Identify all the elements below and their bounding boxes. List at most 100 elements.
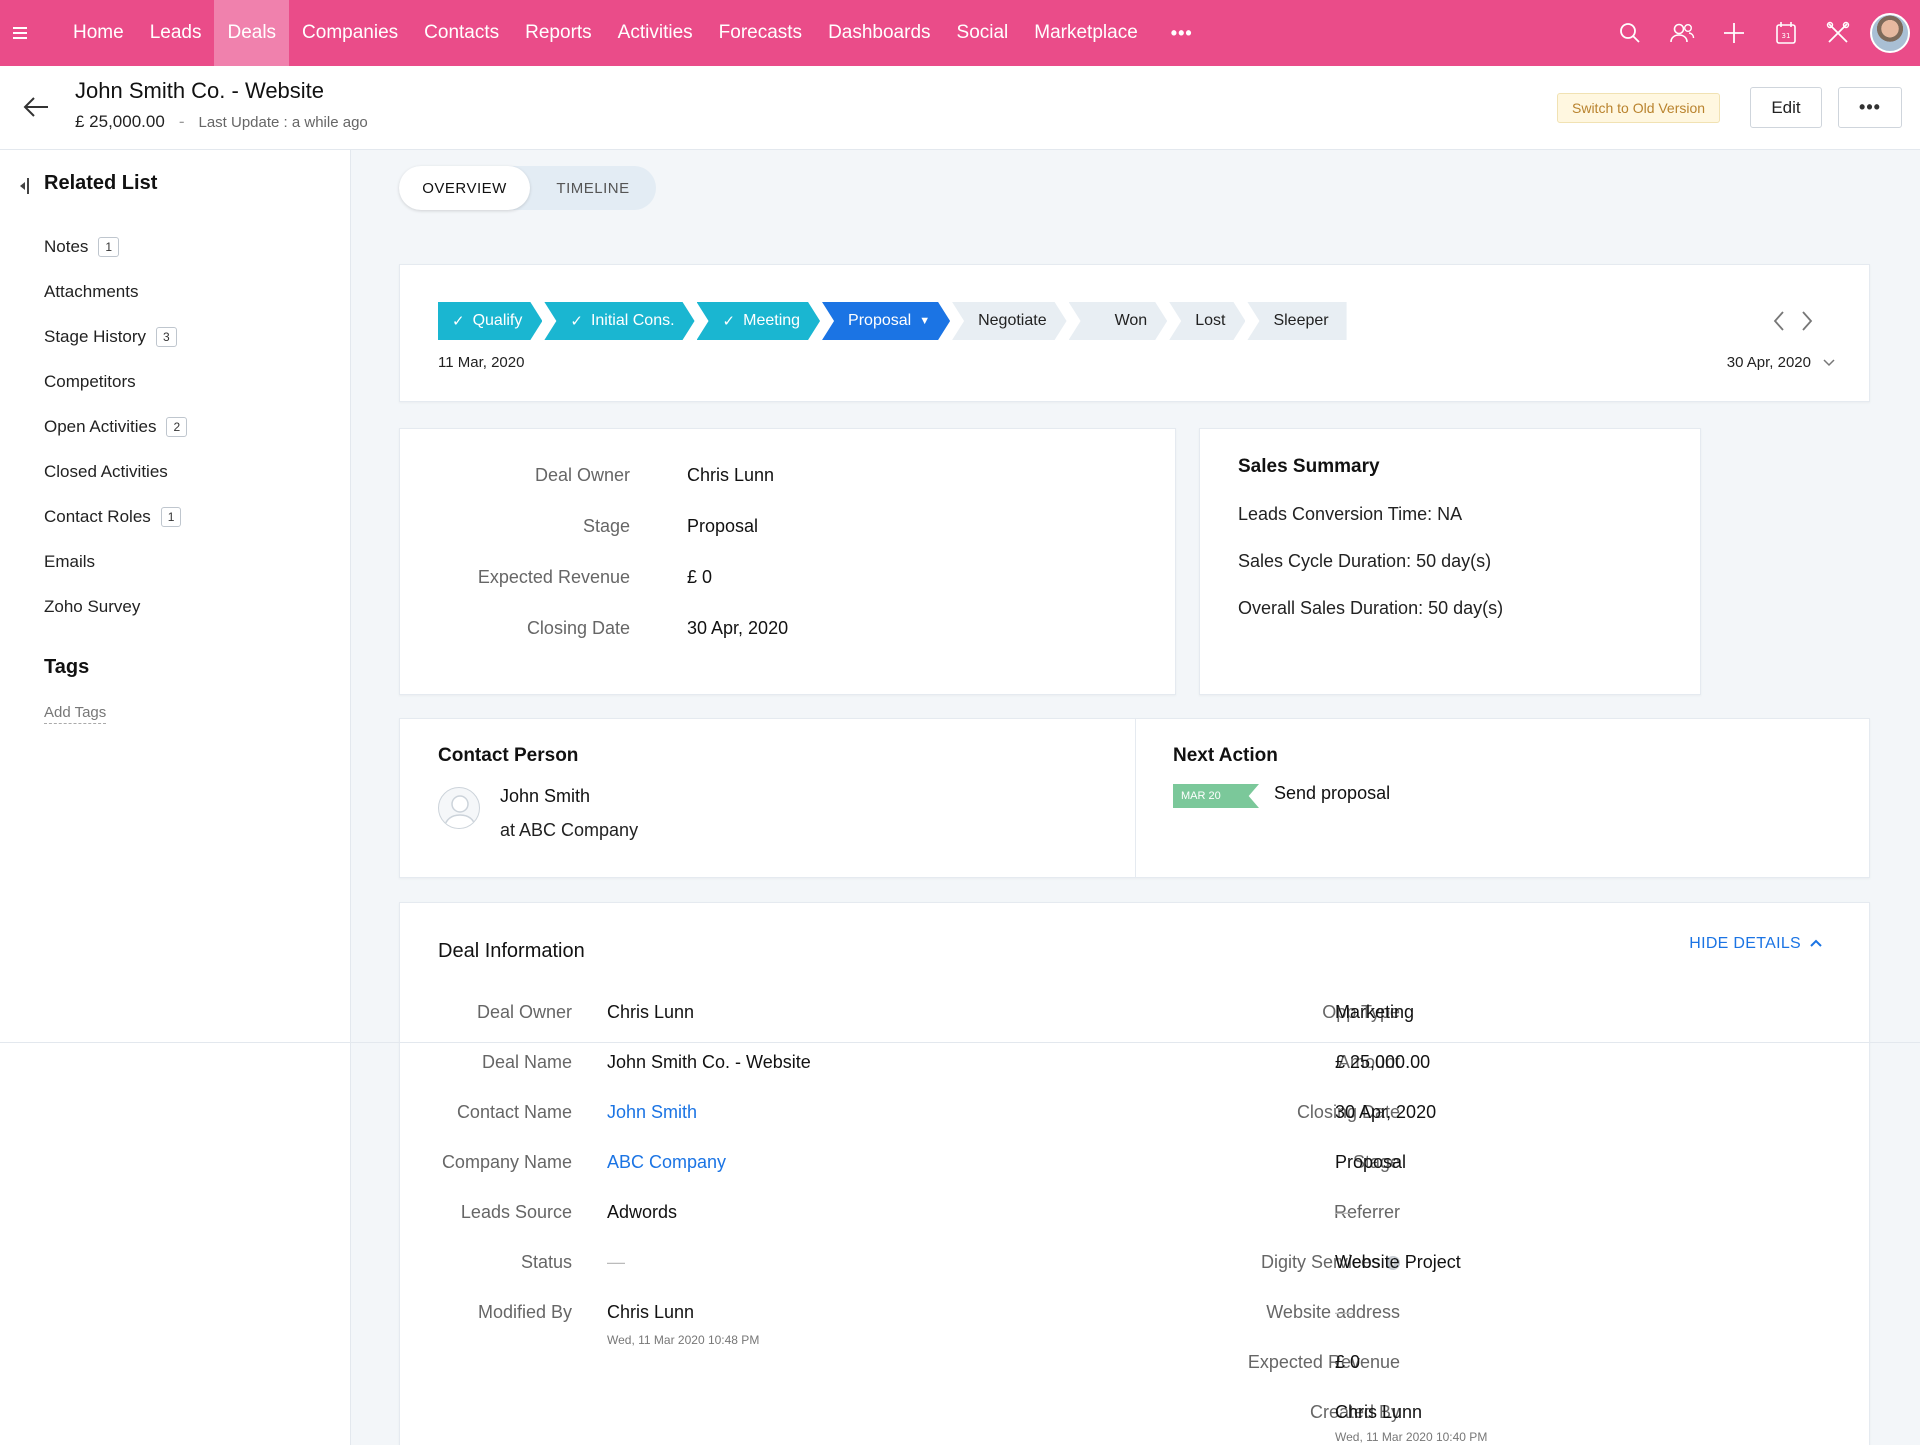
end-date-label: 30 Apr, 2020 — [1726, 354, 1811, 371]
stage-negotiate[interactable]: Negotiate — [952, 302, 1067, 340]
tags-heading: Tags — [44, 656, 90, 678]
stage-sleeper[interactable]: Sleeper — [1247, 302, 1347, 340]
nav-item-marketplace[interactable]: Marketplace — [1021, 0, 1151, 66]
collapse-sidebar-icon[interactable] — [18, 177, 30, 195]
nav-item-reports[interactable]: Reports — [512, 0, 605, 66]
back-arrow-icon[interactable] — [22, 94, 50, 120]
related-item-closed-activities[interactable]: Closed Activities — [44, 449, 187, 494]
stage-start-date: 11 Mar, 2020 — [438, 354, 525, 371]
nav-item-social[interactable]: Social — [944, 0, 1022, 66]
field-value: £ 25,000.00 — [1335, 1052, 1431, 1072]
modified-timestamp: Wed, 11 Mar 2020 10:48 PM — [607, 1333, 760, 1347]
related-list: Notes 1 Attachments Stage History 3 Compet… — [44, 224, 188, 629]
search-icon[interactable] — [1604, 0, 1656, 66]
field-label: Stage — [1352, 1152, 1400, 1172]
top-nav-bar: Home Leads Deals Companies Contacts Repo… — [0, 0, 1920, 66]
chevron-down-icon — [1823, 354, 1835, 371]
nav-item-home[interactable]: Home — [60, 0, 137, 66]
field-label: Opp Type — [1322, 1002, 1400, 1022]
field-value: Proposal — [687, 516, 759, 536]
related-item-contact-roles[interactable]: Contact Roles 1 — [44, 494, 187, 539]
field-label: Expected Revenue — [1247, 1352, 1400, 1372]
next-action-text[interactable]: Send proposal — [1274, 783, 1390, 804]
related-item-competitors[interactable]: Competitors — [44, 359, 187, 404]
stage-label: Proposal — [848, 312, 912, 329]
stage-label: Lost — [1195, 312, 1226, 329]
stage-qualify[interactable]: ✓ Qualify — [438, 302, 542, 340]
tab-overview[interactable]: OVERVIEW — [399, 166, 530, 210]
stage-lost[interactable]: Lost — [1169, 302, 1245, 340]
related-item-open-activities[interactable]: Open Activities 2 — [44, 404, 188, 449]
caret-down-icon: ▼ — [919, 315, 931, 327]
add-tags-link[interactable]: Add Tags — [44, 704, 107, 724]
related-item-label: Contact Roles — [44, 506, 151, 526]
field-value: Website Project — [1335, 1252, 1461, 1272]
field-label: Amount — [1337, 1052, 1400, 1072]
related-item-notes[interactable]: Notes 1 — [44, 224, 187, 269]
field-value: £ 0 — [1335, 1352, 1361, 1372]
field-value: Chris Lunn — [607, 1302, 695, 1322]
edit-button[interactable]: Edit — [1750, 87, 1822, 128]
nav-item-companies[interactable]: Companies — [289, 0, 411, 66]
stage-meeting[interactable]: ✓ Meeting — [697, 302, 821, 340]
tools-icon[interactable] — [1812, 0, 1864, 66]
related-item-attachments[interactable]: Attachments — [44, 269, 187, 314]
field-label: Modified By — [477, 1302, 572, 1322]
field-value: Marketing — [1335, 1002, 1415, 1022]
field-label: Created By — [1309, 1402, 1400, 1422]
check-icon: ✓ — [722, 313, 736, 330]
stage-label: Won — [1114, 312, 1148, 329]
nav-item-activities[interactable]: Activities — [605, 0, 706, 66]
plus-icon[interactable] — [1708, 0, 1760, 66]
nav-item-leads[interactable]: Leads — [137, 0, 215, 66]
stage-won[interactable]: Won — [1069, 302, 1168, 340]
contact-person-title: Contact Person — [438, 745, 579, 766]
field-label: Deal Owner — [476, 1002, 572, 1022]
chevron-right-icon[interactable] — [1793, 307, 1821, 335]
field-label: Stage — [582, 516, 630, 536]
nav-more-button[interactable]: ••• — [1151, 0, 1213, 66]
related-item-emails[interactable]: Emails — [44, 539, 187, 584]
view-tabs: OVERVIEW TIMELINE — [399, 166, 656, 210]
stage-label: Meeting — [743, 312, 801, 329]
sales-summary-line: Overall Sales Duration: 50 day(s) — [1238, 598, 1504, 618]
hide-details-button[interactable]: HIDE DETAILS — [1689, 935, 1823, 953]
tab-timeline[interactable]: TIMELINE — [530, 166, 656, 210]
stage-proposal[interactable]: Proposal ▼ — [822, 302, 950, 340]
field-label: Website address — [1266, 1302, 1400, 1322]
stage-label: Qualify — [472, 312, 523, 329]
hamburger-menu-icon[interactable] — [0, 0, 40, 66]
contacts-icon[interactable] — [1656, 0, 1708, 66]
related-item-label: Stage History — [44, 326, 147, 346]
check-icon: ✓ — [452, 313, 465, 330]
calendar-icon[interactable]: 31 — [1760, 0, 1812, 66]
more-options-button[interactable]: ••• — [1838, 87, 1902, 128]
svg-text:31: 31 — [1782, 32, 1791, 40]
related-item-stage-history[interactable]: Stage History 3 — [44, 314, 187, 359]
stage-initial-cons[interactable]: ✓ Initial Cons. — [544, 302, 694, 340]
contact-name-link[interactable]: John Smith — [607, 1102, 697, 1123]
stage-end-date[interactable]: 30 Apr, 2020 — [1727, 354, 1835, 371]
field-label: Contact Name — [456, 1102, 572, 1122]
nav-item-deals[interactable]: Deals — [214, 0, 290, 66]
switch-old-version-button[interactable]: Switch to Old Version — [1557, 93, 1721, 123]
hide-details-label: HIDE DETAILS — [1689, 935, 1801, 952]
company-name-link[interactable]: ABC Company — [607, 1152, 726, 1173]
nav-item-dashboards[interactable]: Dashboards — [815, 0, 943, 66]
card-divider — [1135, 719, 1136, 877]
contact-action-card: Contact Person John Smith at ABC Company… — [399, 718, 1870, 878]
nav-item-contacts[interactable]: Contacts — [411, 0, 512, 66]
contact-name[interactable]: John Smith — [500, 786, 590, 807]
field-label: Deal Name — [481, 1052, 572, 1072]
related-item-zoho-survey[interactable]: Zoho Survey — [44, 584, 187, 629]
count-badge: 1 — [160, 506, 182, 527]
related-item-label: Zoho Survey — [44, 596, 141, 616]
field-value: Chris Lunn — [607, 1002, 695, 1022]
nav-item-forecasts[interactable]: Forecasts — [706, 0, 815, 66]
chevron-left-icon[interactable] — [1765, 307, 1793, 335]
chevron-up-icon — [1809, 935, 1823, 953]
user-avatar[interactable] — [1870, 13, 1910, 53]
deal-amount: £ 25,000.00 — [75, 112, 165, 131]
field-label: Leads Source — [460, 1202, 572, 1222]
deal-information-title: Deal Information — [438, 940, 585, 962]
